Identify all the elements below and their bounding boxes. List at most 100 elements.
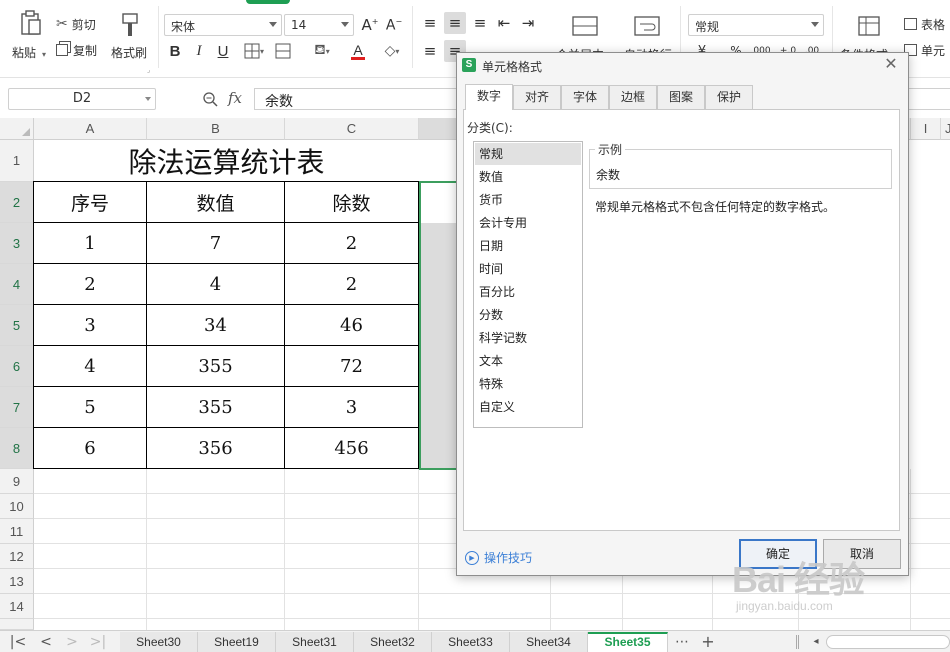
category-item-fraction[interactable]: 分数 <box>475 304 581 326</box>
italic-button[interactable]: I <box>190 40 208 62</box>
font-size-select[interactable]: 14 <box>284 14 354 36</box>
table-cell[interactable]: 3 <box>285 387 419 428</box>
table-style-button[interactable]: 表格 <box>904 14 950 34</box>
category-item-date[interactable]: 日期 <box>475 235 581 257</box>
column-header-b[interactable]: B <box>147 118 285 140</box>
fx-icon[interactable]: fx <box>228 89 242 107</box>
tab-number[interactable]: 数字 <box>465 84 513 110</box>
category-item-currency[interactable]: 货币 <box>475 189 581 211</box>
sheet-tab[interactable]: Sheet31 <box>276 632 354 652</box>
add-sheet-button[interactable]: + <box>698 632 718 652</box>
sheet-tab[interactable]: Sheet32 <box>354 632 432 652</box>
cut-button[interactable]: ✂ 剪切 <box>56 14 106 34</box>
tab-font[interactable]: 字体 <box>561 85 609 109</box>
row-header-8[interactable]: 8 <box>0 428 34 469</box>
merge-small-button[interactable] <box>274 40 292 62</box>
column-header-i[interactable]: I <box>911 118 941 140</box>
column-header-a[interactable]: A <box>34 118 147 140</box>
horizontal-scrollbar[interactable] <box>826 635 950 649</box>
underline-button[interactable]: U <box>214 40 232 62</box>
select-all-corner[interactable] <box>0 118 34 140</box>
table-cell[interactable]: 5 <box>34 387 147 428</box>
next-sheet-button[interactable]: > <box>62 632 82 652</box>
table-cell[interactable]: 2 <box>285 223 419 264</box>
bold-button[interactable]: B <box>166 40 184 62</box>
table-cell[interactable]: 6 <box>34 428 147 469</box>
table-cell[interactable]: 7 <box>147 223 285 264</box>
last-sheet-button[interactable]: >| <box>88 632 108 652</box>
category-list[interactable]: 常规 数值 货币 会计专用 日期 时间 百分比 分数 科学记数 文本 特殊 自定… <box>473 141 583 428</box>
row-header-13[interactable]: 13 <box>0 569 34 594</box>
table-cell[interactable]: 2 <box>285 264 419 305</box>
header-cell-index[interactable]: 序号 <box>34 182 147 223</box>
clear-format-button[interactable]: ◇ ▾ <box>378 40 406 62</box>
align-top-button[interactable]: ≡ <box>420 12 440 34</box>
row-header-3[interactable]: 3 <box>0 223 34 264</box>
row-header-1[interactable]: 1 <box>0 140 34 182</box>
prev-sheet-button[interactable]: < <box>36 632 56 652</box>
category-item-custom[interactable]: 自定义 <box>475 396 581 418</box>
sheet-tab[interactable]: Sheet34 <box>510 632 588 652</box>
tab-alignment[interactable]: 对齐 <box>513 85 561 109</box>
table-cell[interactable]: 355 <box>147 346 285 387</box>
clipboard-group-launcher[interactable]: ⌟ <box>147 66 150 74</box>
increase-font-button[interactable]: A+ <box>360 14 380 36</box>
header-cell-value[interactable]: 数值 <box>147 182 285 223</box>
sheet-tab-active[interactable]: Sheet35 <box>588 632 668 652</box>
border-button[interactable]: ▾ <box>240 40 268 62</box>
row-header-10[interactable]: 10 <box>0 494 34 519</box>
number-format-select[interactable]: 常规 <box>688 14 824 36</box>
active-cell-d2[interactable] <box>419 181 456 223</box>
row-header-2[interactable]: 2 <box>0 182 34 223</box>
table-cell[interactable]: 34 <box>147 305 285 346</box>
tab-protection[interactable]: 保护 <box>705 85 753 109</box>
category-item-special[interactable]: 特殊 <box>475 373 581 395</box>
category-item-scientific[interactable]: 科学记数 <box>475 327 581 349</box>
category-item-time[interactable]: 时间 <box>475 258 581 280</box>
table-cell[interactable]: 456 <box>285 428 419 469</box>
sheet-title[interactable]: 除法运算统计表 <box>34 140 419 182</box>
zoom-icon[interactable] <box>202 91 218 107</box>
sheet-tab[interactable]: Sheet33 <box>432 632 510 652</box>
table-cell[interactable]: 4 <box>147 264 285 305</box>
category-item-number[interactable]: 数值 <box>475 166 581 188</box>
format-painter-button[interactable]: 格式刷 <box>108 6 152 66</box>
name-box[interactable]: D2 <box>8 88 156 110</box>
table-cell[interactable]: 72 <box>285 346 419 387</box>
row-header-9[interactable]: 9 <box>0 469 34 494</box>
cell-style-button[interactable]: 单元 <box>904 40 950 60</box>
category-item-accounting[interactable]: 会计专用 <box>475 212 581 234</box>
table-cell[interactable]: 355 <box>147 387 285 428</box>
dialog-title-bar[interactable]: S 单元格格式 ✕ <box>457 53 908 77</box>
sheet-tab[interactable]: Sheet30 <box>120 632 198 652</box>
table-cell[interactable]: 356 <box>147 428 285 469</box>
header-cell-divisor[interactable]: 除数 <box>285 182 419 223</box>
table-cell[interactable]: 1 <box>34 223 147 264</box>
table-cell[interactable]: 2 <box>34 264 147 305</box>
splitter-handle[interactable] <box>796 635 799 649</box>
category-item-percentage[interactable]: 百分比 <box>475 281 581 303</box>
table-cell[interactable]: 4 <box>34 346 147 387</box>
align-middle-button[interactable]: ≡ <box>444 12 466 34</box>
close-button[interactable]: ✕ <box>882 55 900 73</box>
increase-indent-button[interactable]: ⇥ <box>518 12 538 34</box>
row-header-4[interactable]: 4 <box>0 264 34 305</box>
row-header-15[interactable] <box>0 619 34 630</box>
tab-pattern[interactable]: 图案 <box>657 85 705 109</box>
align-left-button[interactable]: ≡ <box>420 40 440 62</box>
font-name-select[interactable]: 宋体 <box>164 14 282 36</box>
tab-border[interactable]: 边框 <box>609 85 657 109</box>
column-header-j[interactable]: J <box>941 118 950 140</box>
font-color-button[interactable]: A <box>344 40 372 62</box>
column-header-c[interactable]: C <box>285 118 419 140</box>
row-header-12[interactable]: 12 <box>0 544 34 569</box>
category-item-text[interactable]: 文本 <box>475 350 581 372</box>
sheet-tab[interactable]: Sheet19 <box>198 632 276 652</box>
decrease-indent-button[interactable]: ⇤ <box>494 12 514 34</box>
copy-button[interactable]: 复制 <box>56 40 106 60</box>
align-bottom-button[interactable]: ≡ <box>470 12 490 34</box>
row-header-11[interactable]: 11 <box>0 519 34 544</box>
decrease-font-button[interactable]: A− <box>384 14 404 36</box>
first-sheet-button[interactable]: |< <box>8 632 28 652</box>
fill-color-button[interactable]: ⛾ ▾ <box>306 40 338 62</box>
